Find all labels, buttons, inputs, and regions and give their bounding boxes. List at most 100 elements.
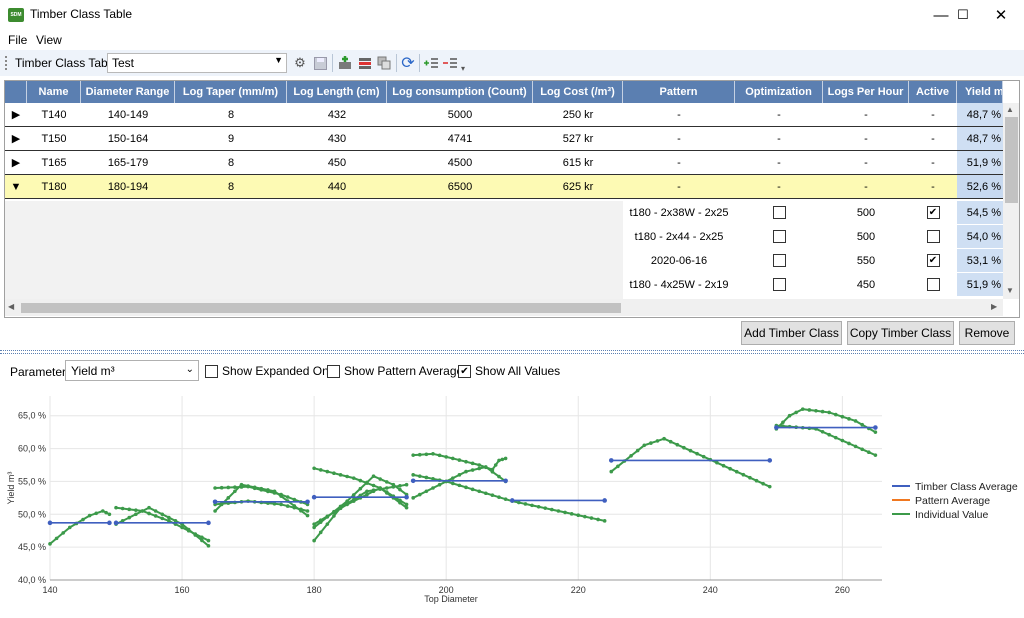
add-timber-class-button[interactable]: Add Timber Class xyxy=(741,321,842,345)
cell-diameter[interactable]: 140-149 xyxy=(81,103,175,126)
scroll-left-icon[interactable]: ◀ xyxy=(8,302,14,311)
cell-consumption[interactable]: 4741 xyxy=(387,127,533,150)
optimization-checkbox-cell[interactable] xyxy=(735,201,823,224)
pattern-name[interactable]: t180 - 2x38W - 2x25 xyxy=(623,201,735,224)
cell-diameter[interactable]: 165-179 xyxy=(81,151,175,174)
header-log-length[interactable]: Log Length (cm) xyxy=(287,81,387,103)
cell-consumption[interactable]: 4500 xyxy=(387,151,533,174)
cell-taper[interactable]: 8 xyxy=(175,103,287,126)
cell-cost[interactable]: 527 kr xyxy=(533,127,623,150)
show-pattern-averages-label[interactable]: Show Pattern Averages xyxy=(344,364,469,378)
cell-cost[interactable]: 250 kr xyxy=(533,103,623,126)
cell-length[interactable]: 430 xyxy=(287,127,387,150)
show-expanded-only-checkbox[interactable] xyxy=(205,364,218,378)
cell-name[interactable]: T150 xyxy=(27,127,81,150)
remove-button[interactable]: Remove xyxy=(959,321,1015,345)
expand-arrow-icon[interactable]: ▶ xyxy=(5,103,27,126)
pattern-row[interactable]: 2020-06-16 550 ✔ 53,1 % xyxy=(623,249,1003,273)
cell-length[interactable]: 450 xyxy=(287,151,387,174)
refresh-icon[interactable]: ⟳ xyxy=(399,54,417,72)
pattern-name[interactable]: t180 - 2x44 - 2x25 xyxy=(623,225,735,248)
vertical-scrollbar-thumb[interactable] xyxy=(1005,117,1018,203)
optimization-checkbox[interactable] xyxy=(772,278,786,291)
show-pattern-averages-checkbox[interactable] xyxy=(327,364,340,378)
header-log-cost[interactable]: Log Cost (/m³) xyxy=(533,81,623,103)
optimization-checkbox-cell[interactable] xyxy=(735,225,823,248)
active-checkbox[interactable] xyxy=(926,278,940,291)
cell-taper[interactable]: 8 xyxy=(175,175,287,198)
pattern-logs-per-hour[interactable]: 500 xyxy=(823,201,909,224)
pattern-row[interactable]: t180 - 2x38W - 2x25 500 ✔ 54,5 % xyxy=(623,201,1003,225)
expand-all-icon[interactable] xyxy=(422,54,440,72)
cell-consumption[interactable]: 5000 xyxy=(387,103,533,126)
header-diameter-range[interactable]: Diameter Range xyxy=(81,81,175,103)
menu-file[interactable]: File xyxy=(8,33,27,47)
header-log-taper[interactable]: Log Taper (mm/m) xyxy=(175,81,287,103)
show-expanded-only-label[interactable]: Show Expanded Only xyxy=(222,364,337,378)
pattern-name[interactable]: t180 - 4x25W - 2x19 xyxy=(623,273,735,296)
cell-cost[interactable]: 615 kr xyxy=(533,151,623,174)
active-checkbox[interactable]: ✔ xyxy=(926,206,940,219)
cell-name[interactable]: T140 xyxy=(27,103,81,126)
gear-icon[interactable]: ⚙ xyxy=(291,54,309,72)
header-optimization[interactable]: Optimization xyxy=(735,81,823,103)
pattern-logs-per-hour[interactable]: 550 xyxy=(823,249,909,272)
cell-name[interactable]: T165 xyxy=(27,151,81,174)
close-button[interactable]: ✕ xyxy=(978,0,1024,30)
toolbar-grip[interactable] xyxy=(5,56,7,70)
cell-diameter[interactable]: 150-164 xyxy=(81,127,175,150)
copy-timber-class-button[interactable]: Copy Timber Class xyxy=(847,321,954,345)
cell-length[interactable]: 440 xyxy=(287,175,387,198)
pattern-name[interactable]: 2020-06-16 xyxy=(623,249,735,272)
pattern-logs-per-hour[interactable]: 450 xyxy=(823,273,909,296)
toolbar-overflow-icon[interactable]: ▾ xyxy=(461,64,465,73)
scroll-down-icon[interactable]: ▼ xyxy=(1006,286,1014,295)
cell-cost[interactable]: 625 kr xyxy=(533,175,623,198)
header-name[interactable]: Name xyxy=(27,81,81,103)
cell-length[interactable]: 432 xyxy=(287,103,387,126)
active-checkbox[interactable]: ✔ xyxy=(926,254,940,267)
cell-taper[interactable]: 9 xyxy=(175,127,287,150)
pattern-row[interactable]: t180 - 4x25W - 2x19 450 51,9 % xyxy=(623,273,1003,297)
active-checkbox-cell[interactable] xyxy=(909,225,957,248)
add-row-icon[interactable] xyxy=(336,54,354,72)
collapse-arrow-icon[interactable]: ▼ xyxy=(5,175,27,198)
show-all-values-label[interactable]: Show All Values xyxy=(475,364,560,378)
save-icon[interactable] xyxy=(311,54,329,72)
show-expanded-only-option[interactable]: Show Expanded Only xyxy=(205,364,337,378)
optimization-checkbox[interactable] xyxy=(772,206,786,219)
show-all-values-option[interactable]: ✔ Show All Values xyxy=(458,364,560,378)
scroll-right-icon[interactable]: ▶ xyxy=(991,302,997,311)
table-row[interactable]: ▶ T150 150-164 9 430 4741 527 kr - - - -… xyxy=(5,127,1019,151)
horizontal-scrollbar-thumb[interactable] xyxy=(21,303,621,313)
parameter-select[interactable]: Yield m³ ⌄ xyxy=(65,360,199,381)
cell-name[interactable]: T180 xyxy=(27,175,81,198)
timber-table-select[interactable]: Test ▼ xyxy=(107,53,287,73)
cell-taper[interactable]: 8 xyxy=(175,151,287,174)
cell-consumption[interactable]: 6500 xyxy=(387,175,533,198)
optimization-checkbox[interactable] xyxy=(772,230,786,243)
active-checkbox-cell[interactable]: ✔ xyxy=(909,201,957,224)
header-pattern[interactable]: Pattern xyxy=(623,81,735,103)
menu-view[interactable]: View xyxy=(36,33,62,47)
active-checkbox-cell[interactable] xyxy=(909,273,957,296)
active-checkbox[interactable] xyxy=(926,230,940,243)
panel-splitter[interactable] xyxy=(0,350,1024,354)
header-logs-per-hour[interactable]: Logs Per Hour xyxy=(823,81,909,103)
pattern-row[interactable]: t180 - 2x44 - 2x25 500 54,0 % xyxy=(623,225,1003,249)
header-active[interactable]: Active xyxy=(909,81,957,103)
optimization-checkbox-cell[interactable] xyxy=(735,273,823,296)
optimization-checkbox[interactable] xyxy=(772,254,786,267)
cell-diameter[interactable]: 180-194 xyxy=(81,175,175,198)
table-row[interactable]: ▶ T165 165-179 8 450 4500 615 kr - - - -… xyxy=(5,151,1019,175)
table-row[interactable]: ▶ T140 140-149 8 432 5000 250 kr - - - -… xyxy=(5,103,1019,127)
scroll-up-icon[interactable]: ▲ xyxy=(1006,105,1014,114)
show-pattern-averages-option[interactable]: Show Pattern Averages xyxy=(327,364,469,378)
show-all-values-checkbox[interactable]: ✔ xyxy=(458,364,471,378)
header-log-consumption[interactable]: Log consumption (Count) xyxy=(387,81,533,103)
table-row-selected[interactable]: ▼ T180 180-194 8 440 6500 625 kr - - - -… xyxy=(5,175,1019,199)
remove-row-icon[interactable] xyxy=(356,54,374,72)
active-checkbox-cell[interactable]: ✔ xyxy=(909,249,957,272)
copy-row-icon[interactable] xyxy=(375,54,393,72)
header-yield[interactable]: Yield m xyxy=(957,81,1003,103)
